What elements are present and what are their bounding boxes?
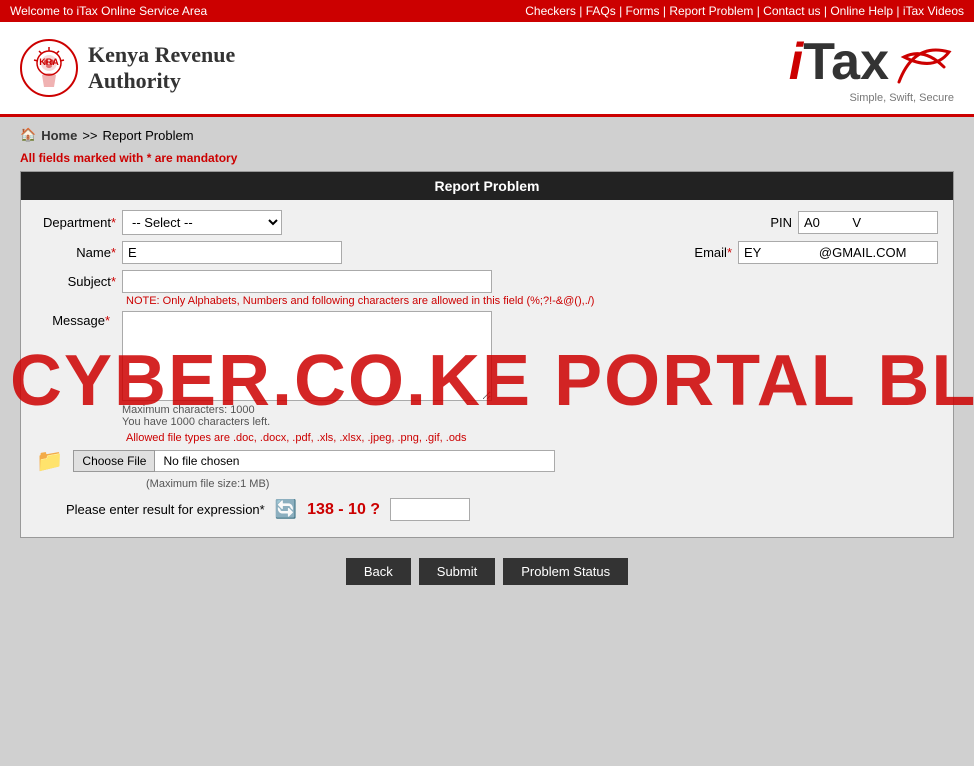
svg-text:KRA: KRA — [39, 57, 59, 67]
department-label: Department* — [36, 215, 116, 230]
itax-tax-text: Tax — [803, 32, 889, 92]
subject-group: Subject* — [36, 270, 938, 293]
choose-file-button[interactable]: Choose File — [73, 450, 155, 472]
email-group: Email* — [652, 241, 938, 264]
pin-label: PIN — [712, 215, 792, 230]
kra-lion-icon: KRA — [20, 39, 78, 97]
email-input[interactable] — [738, 241, 938, 264]
itax-logo: i Tax Simple, Swift, Secure — [789, 32, 954, 104]
email-label: Email* — [652, 245, 732, 260]
name-label: Name* — [36, 245, 116, 260]
file-upload-icon: 📁 — [36, 448, 63, 474]
link-forms[interactable]: Forms — [626, 4, 660, 18]
file-chosen-text: No file chosen — [155, 450, 555, 472]
form-body: Department* -- Select -- PIN — [21, 200, 953, 537]
message-section: Message* Maximum characters: 1000 You ha… — [36, 311, 938, 428]
link-online-help[interactable]: Online Help — [830, 4, 893, 18]
form-title: Report Problem — [21, 172, 953, 200]
itax-i-letter: i — [789, 32, 803, 92]
report-problem-form: Report Problem Department* -- Select -- … — [20, 171, 954, 538]
message-max: Maximum characters: 1000 — [122, 404, 492, 416]
welcome-text: Welcome to iTax Online Service Area — [10, 4, 207, 18]
top-bar: Welcome to iTax Online Service Area Chec… — [0, 0, 974, 22]
button-row: Back Submit Problem Status — [20, 558, 954, 585]
captcha-row: Please enter result for expression* 🔄 13… — [36, 498, 938, 521]
home-icon: 🏠 — [20, 127, 36, 143]
file-size-note: (Maximum file size:1 MB) — [146, 478, 938, 490]
subject-note: NOTE: Only Alphabets, Numbers and follow… — [126, 295, 938, 307]
header: KRA Kenya Revenue Authority i Tax Simple… — [0, 22, 974, 117]
breadcrumb-home-link[interactable]: Home — [41, 128, 77, 143]
kra-logo-text: Kenya Revenue Authority — [88, 42, 235, 95]
main-content: 🏠 Home >> Report Problem All fields mark… — [0, 117, 974, 617]
captcha-input[interactable] — [390, 498, 470, 521]
name-group: Name* — [36, 241, 342, 264]
breadcrumb: 🏠 Home >> Report Problem — [20, 127, 954, 143]
file-type-note: Allowed file types are .doc, .docx, .pdf… — [126, 432, 938, 444]
link-faqs[interactable]: FAQs — [586, 4, 616, 18]
link-report-problem[interactable]: Report Problem — [669, 4, 753, 18]
subject-section: Subject* NOTE: Only Alphabets, Numbers a… — [36, 270, 938, 307]
link-contact-us[interactable]: Contact us — [763, 4, 820, 18]
breadcrumb-current: Report Problem — [103, 128, 194, 143]
link-checkers[interactable]: Checkers — [525, 4, 576, 18]
captcha-refresh-icon[interactable]: 🔄 — [275, 499, 297, 520]
kra-logo: KRA Kenya Revenue Authority — [20, 39, 235, 97]
department-select[interactable]: -- Select -- — [122, 210, 282, 235]
pin-input[interactable] — [798, 211, 938, 234]
message-left: You have 1000 characters left. — [122, 416, 492, 428]
captcha-label: Please enter result for expression* — [66, 502, 265, 517]
problem-status-button[interactable]: Problem Status — [503, 558, 628, 585]
subject-label: Subject* — [36, 274, 116, 289]
lion-svg: KRA — [26, 45, 72, 91]
itax-tagline: Simple, Swift, Secure — [849, 92, 954, 104]
top-bar-links: Checkers | FAQs | Forms | Report Problem… — [525, 4, 964, 18]
department-group: Department* -- Select -- — [36, 210, 282, 235]
link-itax-videos[interactable]: iTax Videos — [903, 4, 964, 18]
breadcrumb-separator: >> — [82, 128, 97, 143]
itax-swirl-icon — [894, 37, 954, 87]
message-label: Message* — [52, 313, 110, 328]
file-choose-wrapper: Choose File No file chosen — [73, 450, 555, 472]
file-upload-row: 📁 Choose File No file chosen — [36, 448, 938, 474]
name-input[interactable] — [122, 241, 342, 264]
back-button[interactable]: Back — [346, 558, 411, 585]
pin-group: PIN — [712, 210, 938, 235]
captcha-expression: 138 - 10 ? — [307, 501, 380, 519]
subject-input[interactable] — [122, 270, 492, 293]
submit-button[interactable]: Submit — [419, 558, 495, 585]
message-textarea[interactable] — [122, 311, 492, 401]
mandatory-notice: All fields marked with * are mandatory — [20, 151, 954, 165]
